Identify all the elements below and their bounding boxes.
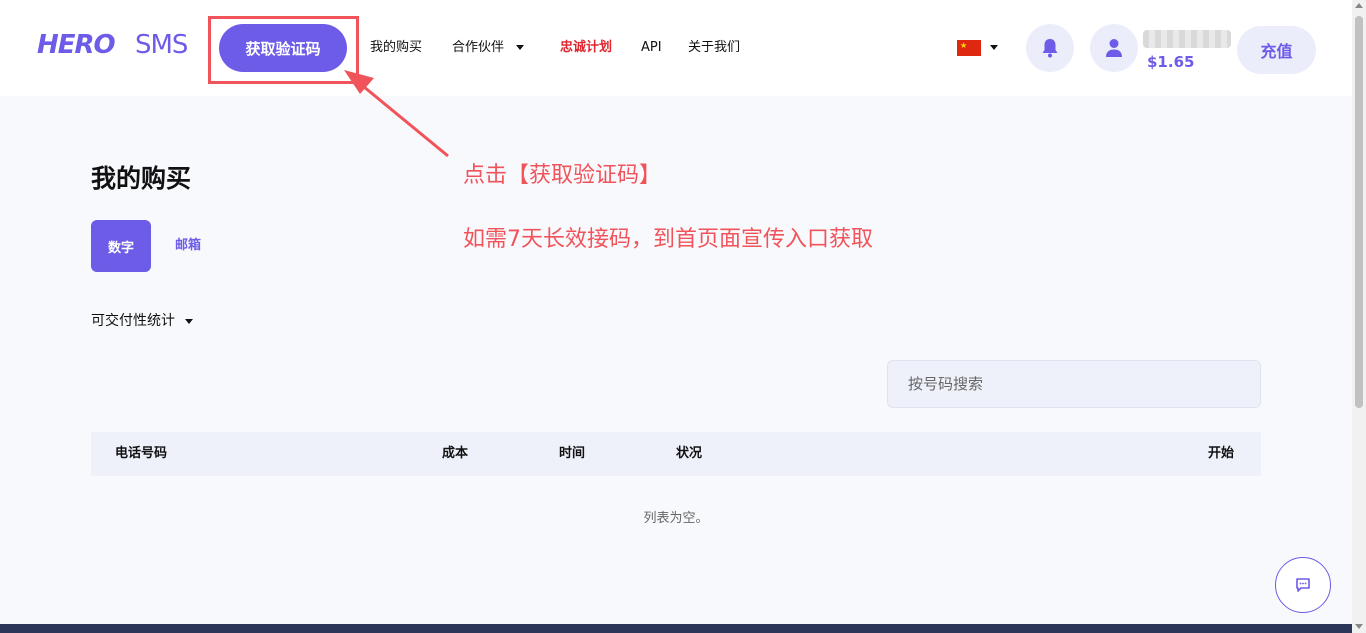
column-status: 状况 [676, 446, 703, 461]
herosms-logo[interactable]: HERO SMS [37, 30, 195, 60]
chat-icon [1296, 578, 1310, 592]
scrollbar-thumb[interactable] [1355, 16, 1363, 408]
scroll-down-icon[interactable] [1355, 624, 1363, 629]
deliverability-stats-toggle[interactable]: 可交付性统计 [91, 311, 193, 331]
caret-down-icon [516, 45, 525, 50]
flag-star-icon: ★ [960, 41, 968, 50]
tab-digits[interactable]: 数字 [91, 220, 151, 272]
flag-cn-icon[interactable]: ★ [957, 40, 981, 56]
nav-my-purchases[interactable]: 我的购买 [370, 38, 422, 58]
column-phone-number: 电话号码 [115, 446, 168, 461]
logo-sms-text: SMS [135, 30, 188, 60]
page-title: 我的购买 [91, 164, 192, 193]
nav-partners-label: 合作伙伴 [452, 40, 505, 55]
support-chat-button[interactable] [1275, 557, 1331, 613]
column-start: 开始 [1208, 446, 1235, 461]
column-time: 时间 [559, 446, 586, 461]
top-header: HERO SMS 获取验证码 我的购买 合作伙伴 忠诚计划 API 关于我们 ★… [0, 0, 1352, 96]
logo-hero-text: HERO [37, 30, 116, 60]
footer-bar [0, 624, 1352, 633]
language-caret-icon[interactable] [990, 45, 998, 50]
annotation-arrow [344, 70, 449, 158]
nav-api[interactable]: API [641, 38, 662, 58]
tab-email[interactable]: 邮箱 [175, 238, 201, 254]
nav-about-us[interactable]: 关于我们 [688, 38, 740, 58]
user-icon [1106, 39, 1122, 57]
user-menu-button[interactable] [1090, 24, 1138, 72]
account-id-redacted [1143, 30, 1231, 48]
nav-partners[interactable]: 合作伙伴 [452, 38, 525, 58]
annotation-highlight-box [208, 16, 359, 84]
search-number-input[interactable] [887, 360, 1261, 408]
caret-down-icon [185, 318, 193, 324]
column-cost: 成本 [442, 446, 469, 461]
stats-toggle-label: 可交付性统计 [91, 313, 175, 329]
annotation-note-2: 如需7天长效接码，到首页面宣传入口获取 [463, 227, 873, 252]
empty-list-message: 列表为空。 [643, 511, 709, 526]
recharge-button[interactable]: 充值 [1237, 26, 1316, 74]
scroll-up-icon[interactable] [1355, 3, 1363, 8]
page-scrollbar[interactable] [1352, 0, 1366, 633]
nav-loyalty-program[interactable]: 忠诚计划 [560, 38, 612, 58]
table-header: 电话号码 成本 时间 状况 开始 [91, 432, 1261, 476]
bell-icon [1042, 39, 1058, 58]
balance-amount: $1.65 [1147, 53, 1195, 71]
notifications-button[interactable] [1026, 24, 1074, 72]
annotation-note-1: 点击【获取验证码】 [463, 163, 662, 188]
